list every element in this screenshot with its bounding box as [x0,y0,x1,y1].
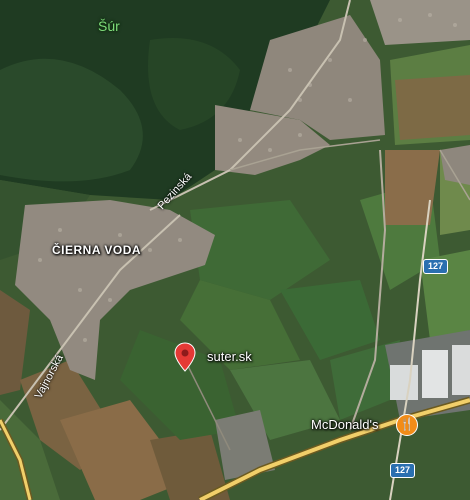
suter-map-pin[interactable] [174,342,196,377]
route-shield-127-bottom: 127 [390,463,416,478]
route-shield-127-top: 127 [423,259,449,274]
satellite-map[interactable]: Šúr ČIERNA VODA Pezinská Vajnorská 127 1… [0,0,470,500]
fork-knife-icon: 🍴 [399,417,415,431]
red-map-pin-icon [174,342,196,372]
mcdonalds-marker[interactable]: 🍴 [396,414,418,436]
